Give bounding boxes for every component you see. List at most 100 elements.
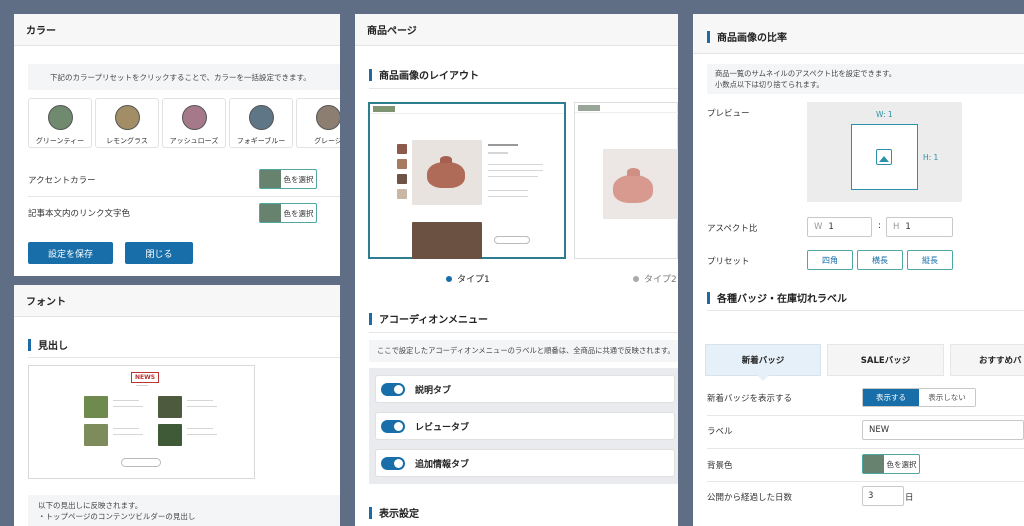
hide-button[interactable]: 表示しない [919,389,975,406]
height-prefix: H [893,222,900,232]
preset-label: プリセット [707,257,750,267]
link-color-picker[interactable]: 色を選択 [259,203,317,223]
mini-text-line [488,176,538,177]
preview-text-line [136,385,148,386]
preset-ash-rose[interactable]: アッシュローズ [162,98,226,148]
accordion-tab-description[interactable]: 説明タブ [375,375,675,403]
preset-label: グリーンティー [35,137,85,145]
layout-type2-option[interactable]: タイプ2 [633,272,677,285]
background-color-label: 背景色 [707,461,733,471]
review-tab-label: レビュータブ [415,422,470,433]
divider [707,448,1024,449]
color-panel-title: カラー [14,14,340,46]
mini-text-line [488,144,518,146]
days-input[interactable]: 3 [862,486,904,506]
accordion-tab-review[interactable]: レビュータブ [375,412,675,440]
description-tab-toggle[interactable] [381,382,405,396]
close-button[interactable]: 閉じる [125,242,193,264]
display-settings-label: 表示設定 [379,509,419,520]
preview-text-line [187,434,217,435]
height-indicator: H: 1 [923,153,939,162]
link-color-label: 記事本文内のリンク文字色 [28,209,131,219]
layout-type2-preview[interactable] [574,102,678,259]
tab-sale-badge[interactable]: SALEバッジ [827,344,944,376]
ratio-preview-box [851,124,918,190]
layout-type1-preview[interactable] [368,102,566,259]
tab-new-badge[interactable]: 新着バッジ [705,344,821,376]
days-value: 3 [868,491,874,501]
background-color-picker[interactable]: 色を選択 [862,454,920,474]
heading-preview: NEWS [28,365,255,479]
aspect-height-input[interactable]: H 1 [886,217,953,237]
days-unit: 日 [905,493,914,503]
badge-section-title: 各種バッジ・在庫切れラベル [707,290,847,305]
teapot-body [613,175,653,203]
width-indicator: W: 1 [876,110,893,119]
additional-tab-label: 追加情報タブ [415,459,470,470]
layout-type1-option[interactable]: タイプ1 [446,272,490,285]
color-panel: カラー 下記のカラープリセットをクリックすることで、カラーを一括設定できます。 … [14,14,340,276]
accordion-tab-list: 説明タブ レビュータブ 追加情報タブ [369,368,678,484]
divider [707,310,1024,311]
type1-label: タイプ1 [457,275,490,285]
days-since-publish-label: 公開から経過した日数 [707,493,793,503]
preset-label: グレージ [314,137,340,145]
save-settings-button[interactable]: 設定を保存 [28,242,113,264]
badge-label-input[interactable]: NEW [862,420,1024,440]
preview-text-line [113,400,139,401]
pick-color-label: 色を選択 [283,174,314,184]
accent-color-label: アクセントカラー [28,176,96,186]
heading-section-label: 見出し [38,341,68,352]
accordion-label: アコーディオンメニュー [379,315,488,326]
preset-portrait-button[interactable]: 縦長 [907,250,953,270]
image-layout-label: 商品画像のレイアウト [379,71,479,82]
image-placeholder-icon [876,149,892,165]
mini-thumb [397,174,407,184]
mini-text-line [488,190,528,191]
preset-greige[interactable]: グレージ [296,98,340,148]
pick-color-label: 色を選択 [886,459,917,469]
accent-color-picker[interactable]: 色を選択 [259,169,317,189]
teapot-lid [627,168,640,176]
show-hide-toggle: 表示する 表示しない [862,388,976,407]
preview-text-line [187,406,217,407]
preset-green-tea[interactable]: グリーンティー [28,98,92,148]
show-button[interactable]: 表示する [863,389,919,406]
font-panel: フォント 見出し NEWS 以下の見出しに反映されます。 ・トップページのコンテ… [14,285,340,526]
heading-section-title: 見出し [28,337,68,352]
accordion-tab-additional[interactable]: 追加情報タブ [375,449,675,477]
preview-image-2 [158,396,182,418]
swatch-greige [316,105,340,130]
preview-text-line [187,428,213,429]
ratio-title-label: 商品画像の比率 [717,33,787,44]
preset-square-button[interactable]: 四角 [807,250,853,270]
additional-tab-toggle[interactable] [381,456,405,470]
mini-header [370,104,564,114]
ratio-note-line1: 商品一覧のサムネイルのアスペクト比を設定できます。 [715,69,897,78]
product-panel-title: 商品ページ [355,14,678,46]
review-tab-toggle[interactable] [381,419,405,433]
font-note-line1: 以下の見出しに反映されます。 [38,501,143,510]
swatch-green-tea [48,105,73,130]
width-value: 1 [828,222,834,232]
preview-image-4 [158,424,182,446]
preset-foggy-blue[interactable]: フォギーブルー [229,98,293,148]
teapot-lid [440,156,452,163]
preset-lemongrass[interactable]: レモングラス [95,98,159,148]
swatch-foggy-blue [249,105,274,130]
preview-image-3 [84,424,108,446]
teapot-main-image [412,140,482,205]
preview-text-line [113,434,143,435]
show-new-badge-label: 新着バッジを表示する [707,394,793,404]
preview-text-line [187,400,213,401]
aspect-width-input[interactable]: W 1 [807,217,872,237]
divider [369,332,678,333]
swatch-lemongrass [115,105,140,130]
aspect-ratio-label: アスペクト比 [707,224,758,234]
active-tab-pointer [757,375,769,381]
tab-recommend-badge[interactable]: おすすめバ [950,344,1024,376]
ratio-panel-title: 商品画像の比率 [707,29,787,44]
preset-landscape-button[interactable]: 横長 [857,250,903,270]
radio-selected-icon [446,275,452,282]
divider [707,481,1024,482]
